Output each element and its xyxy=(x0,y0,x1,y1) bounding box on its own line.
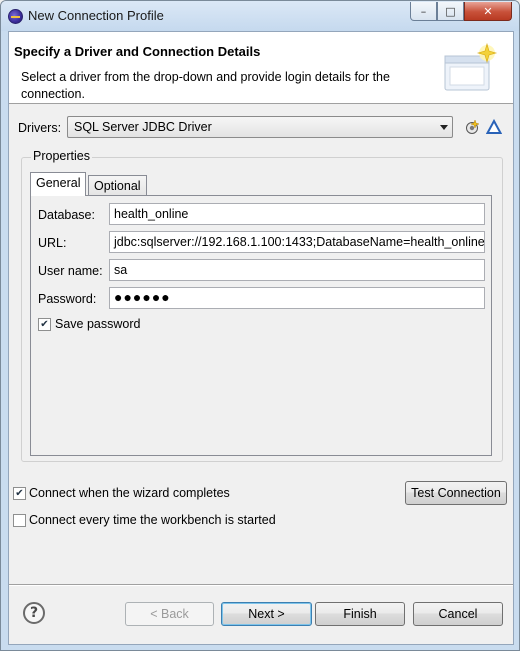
page-description: Select a driver from the drop-down and p… xyxy=(21,70,390,101)
title-bar[interactable]: New Connection Profile – □ ✕ xyxy=(1,1,519,31)
tab-optional[interactable]: Optional xyxy=(88,175,147,196)
checkmark-icon: ✔ xyxy=(40,319,49,330)
minimize-button[interactable]: – xyxy=(410,2,437,21)
tab-general[interactable]: General xyxy=(30,172,87,196)
save-password-checkbox[interactable]: ✔ xyxy=(38,318,51,331)
connect-on-startup-checkbox[interactable] xyxy=(13,514,26,527)
next-button[interactable]: Next > xyxy=(221,602,312,626)
username-field[interactable]: sa xyxy=(109,259,485,281)
dialog-client-area: Specify a Driver and Connection Details … xyxy=(8,31,514,645)
finish-button[interactable]: Finish xyxy=(315,602,405,626)
save-password-label: Save password xyxy=(55,317,141,331)
test-connection-button[interactable]: Test Connection xyxy=(405,481,507,505)
properties-legend: Properties xyxy=(31,149,92,163)
window-title: New Connection Profile xyxy=(28,8,164,23)
maximize-button[interactable]: □ xyxy=(437,2,464,21)
connect-on-complete-checkbox[interactable]: ✔ xyxy=(13,487,26,500)
driver-select-value: SQL Server JDBC Driver xyxy=(74,120,212,134)
driver-select[interactable]: SQL Server JDBC Driver xyxy=(67,116,453,138)
eclipse-app-icon xyxy=(8,9,23,24)
checkmark-icon: ✔ xyxy=(15,488,24,499)
password-label: Password: xyxy=(38,292,97,306)
cancel-button[interactable]: Cancel xyxy=(413,602,503,626)
new-driver-icon[interactable] xyxy=(464,119,480,135)
wizard-banner-icon xyxy=(444,42,498,91)
properties-group: Properties General Optional Database: he… xyxy=(21,149,503,462)
wizard-header: Specify a Driver and Connection Details … xyxy=(9,32,513,104)
drivers-label: Drivers: xyxy=(18,121,62,135)
database-label: Database: xyxy=(38,208,95,222)
general-tab-panel: Database: health_online URL: jdbc:sqlser… xyxy=(30,195,492,456)
back-button[interactable]: < Back xyxy=(125,602,214,626)
url-field[interactable]: jdbc:sqlserver://192.168.1.100:1433;Data… xyxy=(109,231,485,253)
close-button[interactable]: ✕ xyxy=(464,2,512,21)
password-field[interactable]: ●●●●●● xyxy=(109,287,485,309)
connect-on-complete-label: Connect when the wizard completes xyxy=(29,486,230,500)
chevron-down-icon xyxy=(440,125,448,130)
help-icon[interactable]: ? xyxy=(23,602,45,624)
page-title: Specify a Driver and Connection Details xyxy=(14,44,261,59)
dialog-window: New Connection Profile – □ ✕ Specify a D… xyxy=(0,0,520,651)
url-label: URL: xyxy=(38,236,67,250)
username-label: User name: xyxy=(38,264,103,278)
footer-separator xyxy=(9,584,513,586)
connect-on-startup-label: Connect every time the workbench is star… xyxy=(29,513,276,527)
edit-driver-icon[interactable] xyxy=(486,119,502,135)
database-field[interactable]: health_online xyxy=(109,203,485,225)
